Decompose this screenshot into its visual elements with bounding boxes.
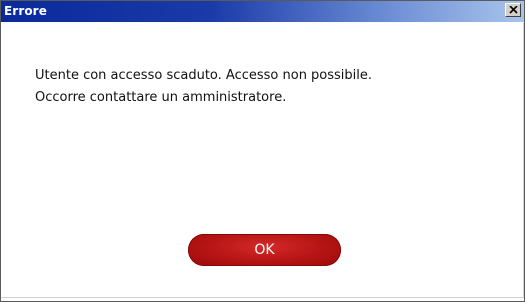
error-message-line-1: Utente con accesso scaduto. Accesso non … [35, 68, 373, 83]
ok-button-label: OK [254, 242, 275, 258]
dialog-title: Errore [4, 4, 47, 18]
close-icon [509, 6, 518, 14]
error-dialog: Errore Utente con accesso scaduto. Acces… [0, 0, 525, 302]
title-bar[interactable]: Errore [1, 1, 524, 22]
close-button[interactable] [505, 3, 521, 17]
error-message-line-2: Occorre contattare un amministratore. [35, 90, 287, 105]
error-message: Utente con accesso scaduto. Accesso non … [35, 65, 372, 109]
ok-button[interactable]: OK [188, 234, 341, 266]
